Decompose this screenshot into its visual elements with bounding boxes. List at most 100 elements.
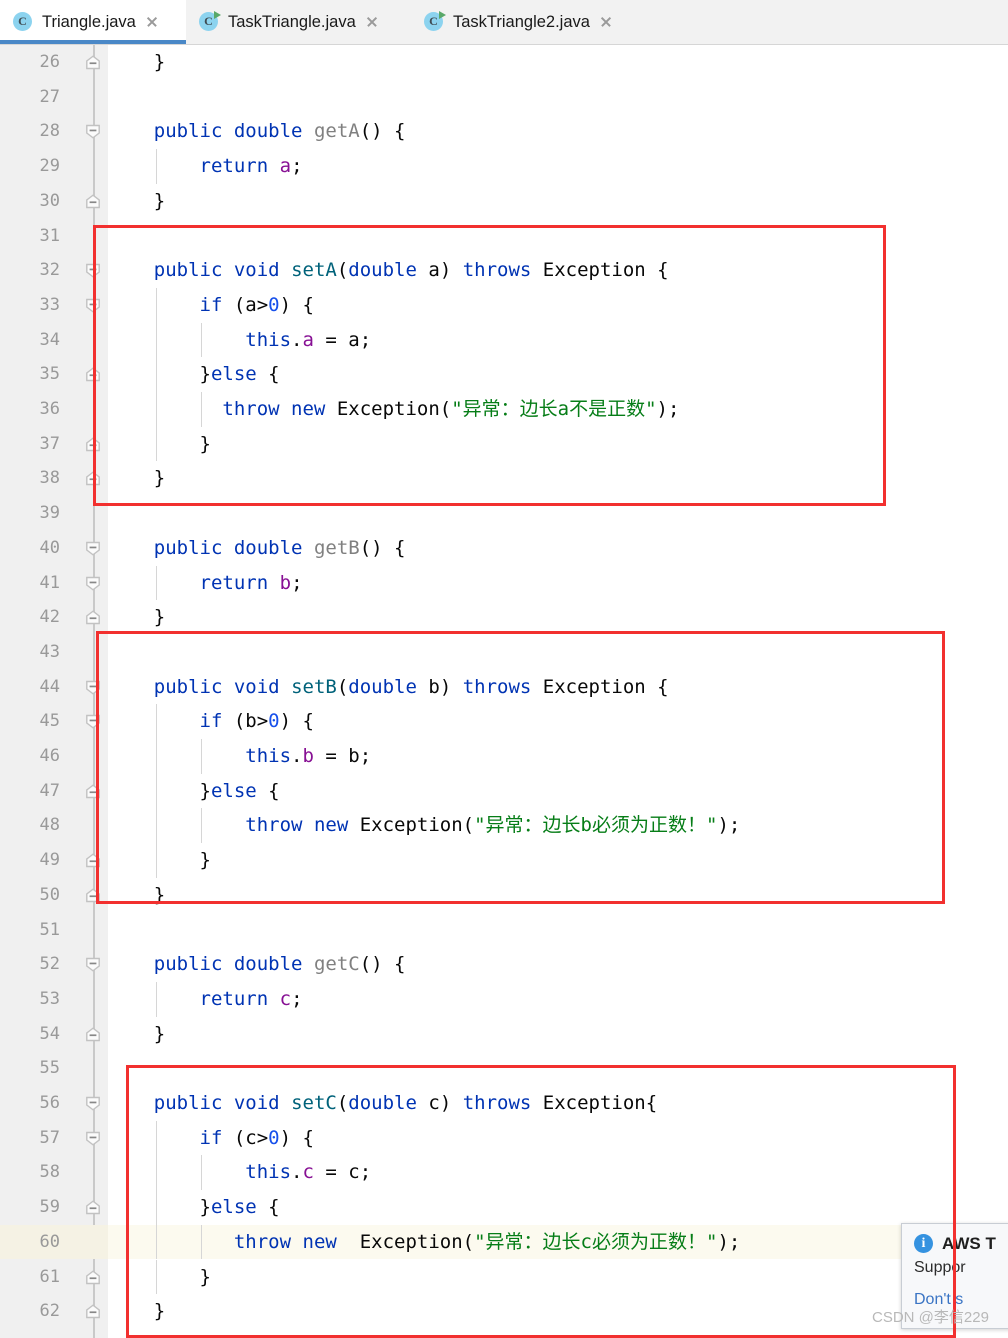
line-number[interactable]: 28 [0,114,78,149]
line-number[interactable]: 45 [0,704,78,739]
code-text[interactable]: public double getB() { [108,531,1008,566]
code-line[interactable]: 50 } [0,878,1008,913]
code-line[interactable]: 49 } [0,843,1008,878]
code-text[interactable]: if (c>0) { [108,1120,1008,1156]
code-line[interactable]: 58 this.c = c; [0,1155,1008,1191]
code-line[interactable]: 59 }else { [0,1190,1008,1225]
line-number[interactable]: 62 [0,1294,78,1329]
fold-cell[interactable] [78,461,108,496]
fold-cell[interactable] [78,184,108,219]
code-text[interactable]: return a; [108,149,1008,184]
fold-cell[interactable] [78,739,108,774]
code-text[interactable]: if (b>0) { [108,704,1008,739]
code-text[interactable]: this.b = b; [108,739,1008,774]
code-text[interactable]: }else { [108,1190,1008,1225]
fold-cell[interactable] [78,635,108,670]
code-line[interactable]: 44 public void setB(double b) throws Exc… [0,670,1008,705]
code-line[interactable]: 43 [0,635,1008,670]
line-number[interactable]: 47 [0,774,78,809]
line-number[interactable]: 56 [0,1086,78,1121]
line-number[interactable]: 53 [0,982,78,1017]
fold-cell[interactable] [78,1294,108,1329]
code-text[interactable]: } [108,1259,1008,1295]
code-line[interactable]: 31 [0,219,1008,254]
fold-collapse-icon[interactable] [85,576,101,591]
code-line[interactable]: 41 return b; [0,565,1008,601]
fold-end-icon[interactable] [85,367,101,382]
line-number[interactable]: 51 [0,913,78,948]
code-line[interactable]: 55 [0,1051,1008,1086]
code-line[interactable]: 32 public void setA(double a) throws Exc… [0,253,1008,288]
fold-cell[interactable] [78,1121,108,1156]
line-number[interactable]: 37 [0,427,78,462]
fold-cell[interactable] [78,1260,108,1295]
fold-end-icon[interactable] [85,784,101,799]
fold-cell[interactable] [78,1190,108,1225]
line-number[interactable]: 29 [0,149,78,184]
code-text[interactable]: public void setA(double a) throws Except… [108,253,1008,288]
code-text[interactable]: public void setB(double b) throws Except… [108,670,1008,705]
code-text[interactable]: throw new Exception("异常：边长c必须为正数！"); [108,1224,1008,1260]
line-number[interactable]: 40 [0,531,78,566]
code-line[interactable]: 37 } [0,426,1008,462]
fold-end-icon[interactable] [85,194,101,209]
fold-end-icon[interactable] [85,610,101,625]
line-number[interactable]: 38 [0,461,78,496]
fold-end-icon[interactable] [85,55,101,70]
fold-cell[interactable] [78,114,108,149]
code-text[interactable]: return b; [108,565,1008,601]
code-text[interactable]: } [108,878,1008,913]
close-icon[interactable] [599,15,613,29]
line-number[interactable]: 48 [0,808,78,843]
code-line[interactable]: 33 if (a>0) { [0,287,1008,323]
line-number[interactable]: 43 [0,635,78,670]
code-text[interactable] [108,496,1008,531]
line-number[interactable]: 30 [0,184,78,219]
code-line[interactable]: 30 } [0,184,1008,219]
code-text[interactable]: throw new Exception("异常：边长b必须为正数！"); [108,808,1008,844]
code-line[interactable]: 62 } [0,1294,1008,1329]
code-text[interactable]: } [108,600,1008,635]
fold-end-icon[interactable] [85,1026,101,1042]
line-number[interactable]: 50 [0,878,78,913]
code-line[interactable]: 39 [0,496,1008,531]
fold-cell[interactable] [78,1086,108,1121]
code-text[interactable]: this.c = c; [108,1155,1008,1191]
fold-collapse-icon[interactable] [85,124,101,140]
fold-cell[interactable] [78,843,108,878]
editor-tab-tasktriangle2-java[interactable]: C TaskTriangle2.java [411,0,649,44]
close-icon[interactable] [145,15,159,29]
fold-cell[interactable] [78,1051,108,1086]
fold-cell[interactable] [78,1329,108,1338]
fold-end-icon[interactable] [85,853,101,868]
line-number[interactable]: 31 [0,219,78,254]
code-text[interactable] [108,1329,1008,1338]
fold-cell[interactable] [78,947,108,982]
fold-cell[interactable] [78,323,108,358]
code-line[interactable]: 27 [0,80,1008,115]
fold-cell[interactable] [78,1224,108,1260]
code-line[interactable]: 46 this.b = b; [0,739,1008,774]
line-number[interactable]: 27 [0,80,78,115]
code-text[interactable]: } [108,461,1008,496]
fold-collapse-icon[interactable] [85,714,101,729]
editor-tab-tasktriangle-java[interactable]: C TaskTriangle.java [186,0,411,44]
fold-cell[interactable] [78,566,108,601]
code-text[interactable]: } [108,1017,1008,1052]
fold-cell[interactable] [78,45,108,80]
fold-cell[interactable] [78,288,108,323]
code-text[interactable]: throw new Exception("异常：边长a不是正数"); [108,392,1008,427]
code-line[interactable]: 34 this.a = a; [0,322,1008,358]
code-text[interactable]: this.a = a; [108,322,1008,358]
fold-cell[interactable] [78,808,108,843]
fold-cell[interactable] [78,1155,108,1190]
code-editor[interactable]: 26 } 27 28 public double getA() {29 return… [0,45,1008,1338]
line-number[interactable]: 44 [0,670,78,705]
line-number[interactable]: 34 [0,323,78,358]
line-number[interactable]: 63 [0,1329,78,1338]
code-line[interactable]: 63 [0,1329,1008,1338]
fold-collapse-icon[interactable] [85,957,101,972]
line-number[interactable]: 46 [0,739,78,774]
code-text[interactable] [108,80,1008,115]
fold-collapse-icon[interactable] [85,263,101,278]
